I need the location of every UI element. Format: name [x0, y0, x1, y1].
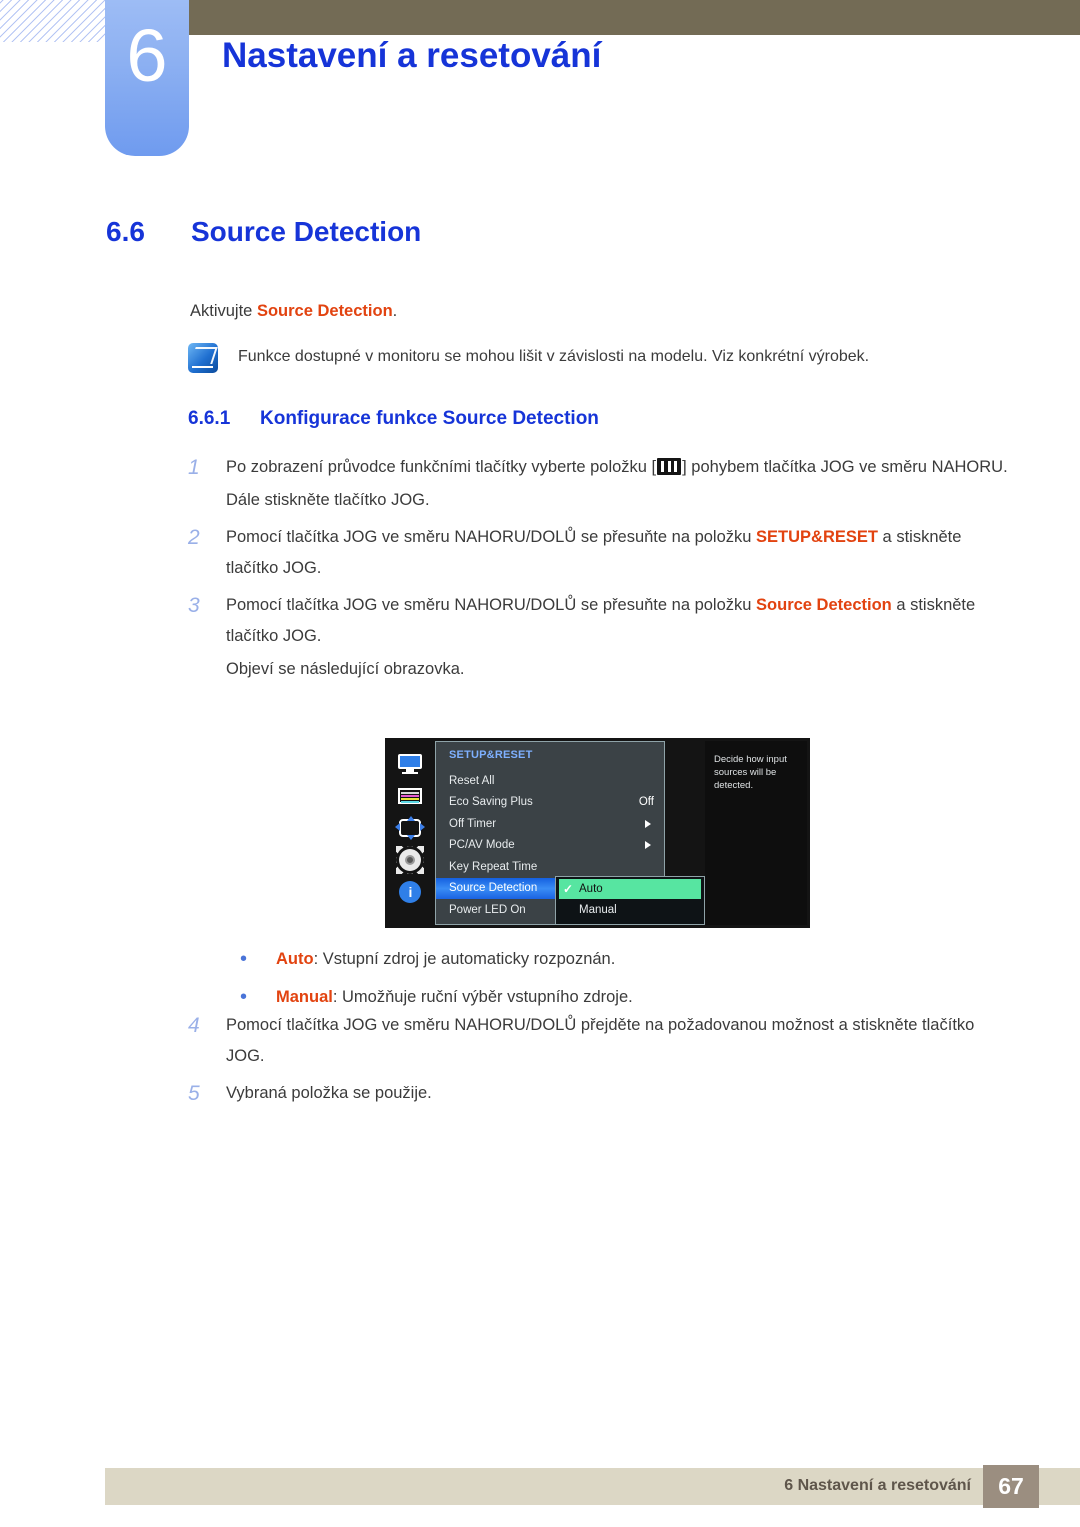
step-number: 3 — [188, 594, 200, 617]
bullet-term: Auto — [276, 950, 314, 968]
intro-highlight: Source Detection — [256, 302, 393, 320]
step-item: 2 Pomocí tlačítka JOG ve směru NAHORU/DO… — [188, 522, 1008, 584]
monitor-icon — [395, 752, 425, 776]
step-highlight: Source Detection — [756, 596, 892, 614]
step-number: 2 — [188, 526, 200, 549]
steps-list-secondary: 4 Pomocí tlačítka JOG ve směru NAHORU/DO… — [188, 1010, 1008, 1111]
section-heading: 6.6 Source Detection — [106, 216, 421, 248]
note-text: Funkce dostupné v monitoru se mohou liši… — [238, 348, 870, 365]
step-text: Pomocí tlačítka JOG ve směru NAHORU/DOLŮ… — [226, 590, 1008, 652]
step-item: 3 Pomocí tlačítka JOG ve směru NAHORU/DO… — [188, 590, 1008, 652]
bullet-marker: • — [240, 948, 248, 970]
osd-submenu-label: Auto — [579, 883, 603, 895]
osd-submenu-item-auto[interactable]: ✓ Auto — [559, 879, 701, 899]
osd-submenu-item-manual[interactable]: Manual — [556, 899, 704, 921]
osd-submenu-source-detection: ✓ Auto Manual — [555, 876, 705, 925]
step-number: 4 — [188, 1014, 200, 1037]
header-olive-bar — [189, 0, 1080, 35]
step-text-part-a: Pomocí tlačítka JOG ve směru NAHORU/DOLŮ… — [226, 596, 757, 614]
footer-chapter-label: 6 Nastavení a resetování — [784, 1477, 971, 1494]
step-highlight: SETUP&RESET — [756, 528, 878, 546]
bullet-term: Manual — [276, 988, 333, 1006]
osd-icon-rail: i — [385, 738, 435, 928]
bullet-text: : Umožňuje ruční výběr vstupního zdroje. — [332, 988, 633, 1006]
step-number: 5 — [188, 1082, 200, 1105]
intro-suffix: . — [392, 302, 398, 320]
chevron-right-icon — [645, 841, 651, 850]
step-text-part-a: Pomocí tlačítka JOG ve směru NAHORU/DOLŮ… — [226, 528, 757, 546]
options-bullet-list: • Auto: Vstupní zdroj je automaticky roz… — [240, 940, 1000, 1016]
subsection-number: 6.6.1 — [188, 408, 231, 429]
color-bars-icon — [395, 784, 425, 808]
step-text: Vybraná položka se použije. — [226, 1084, 432, 1102]
osd-menu-title: SETUP&RESET — [449, 749, 533, 761]
step-extra-text: Dále stiskněte tlačítko JOG. — [226, 491, 430, 509]
osd-row-value: Off — [638, 796, 654, 809]
osd-row-label: Eco Saving Plus — [449, 796, 533, 809]
step-number: 1 — [188, 456, 200, 479]
gear-icon — [395, 846, 425, 874]
footer-bar: 6 Nastavení a resetování 67 — [105, 1465, 1080, 1508]
step-item: 1 Po zobrazení průvodce funkčními tlačít… — [188, 452, 1008, 483]
section-title: Source Detection — [191, 216, 422, 247]
chapter-title: Nastavení a resetování — [222, 36, 602, 75]
list-item: • Auto: Vstupní zdroj je automaticky roz… — [240, 940, 1000, 978]
osd-row-key-repeat-time[interactable]: Key Repeat Time — [436, 856, 664, 878]
step-text: Pomocí tlačítka JOG ve směru NAHORU/DOLŮ… — [226, 522, 1008, 584]
step-text-part-b: ] pohybem tlačítka JOG ve směru NAHORU. — [682, 458, 1008, 476]
osd-row-label: Off Timer — [449, 817, 497, 830]
step-text: Po zobrazení průvodce funkčními tlačítky… — [226, 452, 1008, 483]
subsection-heading: 6.6.1 Konfigurace funkce Source Detection — [188, 408, 599, 430]
osd-row-label: Reset All — [449, 774, 495, 787]
bullet-body: Auto: Vstupní zdroj je automaticky rozpo… — [276, 940, 615, 978]
osd-row-label: Key Repeat Time — [449, 860, 538, 873]
note-pen-icon — [188, 343, 218, 373]
osd-tooltip: Decide how input sources will be detecte… — [705, 741, 807, 925]
note-block: Funkce dostupné v monitoru se mohou liši… — [188, 342, 869, 373]
directional-pad-icon — [395, 816, 425, 840]
chapter-number-tab: 6 — [105, 0, 189, 156]
subsection-title: Konfigurace funkce Source Detection — [260, 408, 599, 429]
jog-menu-icon — [657, 458, 682, 475]
section-number: 6.6 — [106, 216, 145, 247]
osd-submenu-label: Manual — [579, 904, 617, 916]
step-extra-text: Objeví se následující obrazovka. — [226, 660, 465, 678]
step-item: 4 Pomocí tlačítka JOG ve směru NAHORU/DO… — [188, 1010, 1008, 1072]
corner-hatch-decoration — [0, 0, 106, 42]
page-number-badge: 67 — [983, 1465, 1039, 1508]
section-intro: Aktivujte Source Detection. — [190, 296, 397, 327]
chevron-right-icon — [645, 819, 651, 828]
info-icon: i — [395, 880, 425, 904]
osd-row-off-timer[interactable]: Off Timer — [436, 813, 664, 835]
steps-list-primary: 1 Po zobrazení průvodce funkčními tlačít… — [188, 452, 1008, 685]
chapter-number: 6 — [126, 14, 168, 97]
osd-row-eco-saving-plus[interactable]: Eco Saving Plus Off — [436, 792, 664, 814]
osd-row-reset-all[interactable]: Reset All — [436, 770, 664, 792]
step-text: Pomocí tlačítka JOG ve směru NAHORU/DOLŮ… — [226, 1016, 975, 1065]
checkmark-icon: ✓ — [563, 882, 574, 896]
intro-prefix: Aktivujte — [190, 302, 257, 320]
bullet-text: : Vstupní zdroj je automaticky rozpoznán… — [313, 950, 616, 968]
step-item: 5 Vybraná položka se použije. — [188, 1078, 1008, 1109]
step-text-part-a: Po zobrazení průvodce funkčními tlačítky… — [226, 458, 657, 476]
osd-row-pc-av-mode[interactable]: PC/AV Mode — [436, 835, 664, 857]
osd-screenshot: i SETUP&RESET Reset All Eco Saving Plus … — [385, 738, 810, 928]
osd-row-label: PC/AV Mode — [449, 839, 515, 852]
